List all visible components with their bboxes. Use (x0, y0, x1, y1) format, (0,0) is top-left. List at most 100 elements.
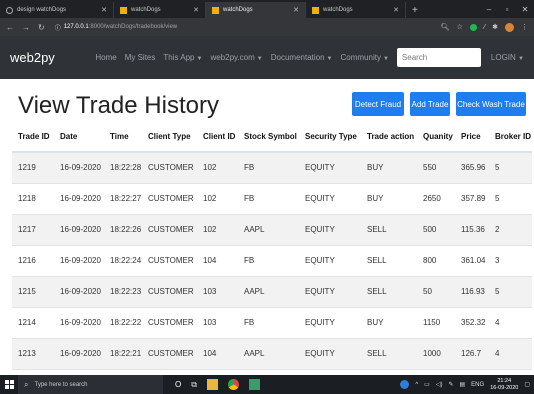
nav-web2py-com[interactable]: web2py.com ▼ (210, 53, 262, 62)
close-tab-icon[interactable]: ✕ (101, 6, 107, 14)
cell-security-type: EQUITY (299, 182, 361, 214)
windows-start-icon[interactable] (0, 375, 18, 394)
volume-icon[interactable]: ◁) (436, 381, 443, 388)
close-tab-icon[interactable]: ✕ (393, 6, 399, 14)
cell-broker-id: 5 (489, 275, 532, 307)
cell-time: 18:22:27 (104, 182, 142, 214)
trade-history-table: Trade ID Date Time Client Type Client ID… (12, 122, 532, 394)
extension-icon[interactable] (469, 23, 477, 31)
file-explorer-icon[interactable] (206, 379, 218, 390)
brand-logo[interactable]: web2py (10, 50, 55, 65)
url-path: :8000/watchDogs/tradebook/view (88, 24, 178, 30)
task-view-icon[interactable]: ⧉ (191, 380, 197, 390)
taskbar-search-placeholder: Type here to search (34, 381, 88, 388)
browser-tab-4[interactable]: watchDogs ✕ (306, 2, 406, 18)
extension-icon[interactable]: ⁄ (484, 24, 485, 31)
check-wash-trade-button[interactable]: Check Wash Trade (456, 92, 526, 116)
table-row: 1216 16-09-2020 18:22:24 CUSTOMER 104 FB… (12, 244, 532, 276)
cell-quantity: 1000 (417, 337, 455, 369)
cell-price: 126.7 (455, 337, 489, 369)
cell-client-id: 103 (197, 275, 238, 307)
cell-security-type: EQUITY (299, 306, 361, 338)
column-header: Client ID (197, 122, 238, 153)
cell-quantity: 800 (417, 244, 455, 276)
browser-tab-1[interactable]: design watchDogs ✕ (0, 2, 114, 18)
app-tray-icon[interactable] (400, 380, 410, 389)
pycharm-icon[interactable] (248, 379, 260, 390)
table-row: 1214 16-09-2020 18:22:22 CUSTOMER 103 FB… (12, 306, 532, 338)
web2py-favicon-icon (120, 6, 127, 14)
column-header: Date (54, 122, 104, 153)
cell-quantity: 1150 (417, 306, 455, 338)
close-window-icon[interactable]: ✕ (516, 5, 534, 14)
language-indicator[interactable]: ENG (471, 382, 484, 388)
close-tab-icon[interactable]: ✕ (193, 6, 199, 14)
system-tray: ^ ▭ ◁) ✎ ▤ ENG 21:24 16-09-2020 ▢ (400, 378, 534, 391)
table-row: 1215 16-09-2020 18:22:23 CUSTOMER 103 AA… (12, 275, 532, 307)
table-row: 1219 16-09-2020 18:22:28 CUSTOMER 102 FB… (12, 151, 532, 183)
nav-web2py-com-label: web2py.com (210, 53, 255, 62)
reload-icon[interactable]: ↻ (38, 23, 45, 32)
add-trade-button[interactable]: Add Trade (410, 92, 450, 116)
cell-broker-id: 5 (489, 182, 532, 214)
minimize-icon[interactable]: – (480, 5, 498, 14)
cell-date: 16-09-2020 (54, 306, 104, 338)
taskbar-apps: O ⧉ (175, 379, 260, 390)
search-input[interactable]: Search (396, 48, 481, 67)
nav-my-sites[interactable]: My Sites (125, 53, 156, 62)
new-tab-button[interactable]: + (406, 2, 424, 18)
page-title: View Trade History (18, 92, 219, 119)
nav-community[interactable]: Community ▼ (341, 53, 389, 62)
battery-icon[interactable]: ▭ (424, 381, 430, 388)
detect-fraud-button[interactable]: Detect Fraud (352, 92, 404, 116)
profile-avatar[interactable] (505, 22, 514, 32)
cell-time: 18:22:24 (104, 244, 142, 276)
cell-quantity: 500 (417, 213, 455, 245)
chevron-up-icon[interactable]: ^ (415, 382, 418, 388)
star-icon[interactable]: ☆ (457, 23, 463, 31)
cell-client-id: 102 (197, 151, 238, 183)
url-field[interactable]: ⓘ 127.0.0.1 :8000/watchDogs/tradebook/vi… (55, 23, 441, 32)
cell-client-id: 103 (197, 306, 238, 338)
browser-tab-2[interactable]: watchDogs ✕ (114, 2, 206, 18)
browser-tab-3[interactable]: watchDogs ✕ (206, 2, 306, 18)
cell-trade-id: 1213 (12, 337, 54, 369)
cell-price: 357.89 (455, 182, 489, 214)
nav-home[interactable]: Home (95, 53, 116, 62)
cell-client-id: 102 (197, 213, 238, 245)
cell-broker-id: 3 (489, 244, 532, 276)
nav-documentation[interactable]: Documentation ▼ (271, 53, 333, 62)
cortana-icon[interactable]: O (175, 380, 181, 389)
cell-client-type: CUSTOMER (142, 275, 197, 307)
maximize-icon[interactable]: ▫ (498, 5, 516, 14)
system-clock[interactable]: 21:24 16-09-2020 (490, 378, 518, 391)
pen-icon[interactable]: ✎ (448, 381, 453, 388)
cell-security-type: EQUITY (299, 151, 361, 183)
cell-trade-id: 1217 (12, 213, 54, 245)
taskbar-search-input[interactable]: ⌕ Type here to search (18, 375, 163, 394)
puzzle-icon[interactable]: ✱ (492, 23, 498, 31)
cell-broker-id: 4 (489, 306, 532, 338)
notification-icon[interactable]: ▢ (524, 381, 530, 388)
cell-security-type: EQUITY (299, 337, 361, 369)
chrome-icon[interactable] (227, 379, 239, 390)
column-header: Security Type (299, 122, 361, 153)
cell-security-type: EQUITY (299, 213, 361, 245)
cell-date: 16-09-2020 (54, 182, 104, 214)
clock-date: 16-09-2020 (490, 384, 519, 391)
keyboard-icon[interactable]: ▤ (460, 381, 466, 388)
nav-links: Home My Sites This App ▼ web2py.com ▼ Docu… (95, 48, 481, 67)
caret-down-icon: ▼ (326, 56, 333, 62)
cell-trade-action: SELL (361, 275, 417, 307)
cell-stock-symbol: FB (238, 306, 299, 338)
cell-trade-id: 1214 (12, 306, 54, 338)
close-tab-icon[interactable]: ✕ (293, 6, 299, 14)
browser-tab-strip: design watchDogs ✕ watchDogs ✕ watchDogs… (0, 0, 534, 18)
login-dropdown[interactable]: LOGIN ▼ (491, 53, 524, 62)
zoom-icon[interactable]: 🔍︎ (441, 23, 450, 31)
cell-date: 16-09-2020 (54, 151, 104, 183)
forward-icon[interactable]: → (22, 23, 30, 32)
menu-icon[interactable]: ⋮ (521, 23, 528, 31)
back-icon[interactable]: ← (6, 23, 14, 32)
nav-this-app[interactable]: This App ▼ (163, 53, 202, 62)
